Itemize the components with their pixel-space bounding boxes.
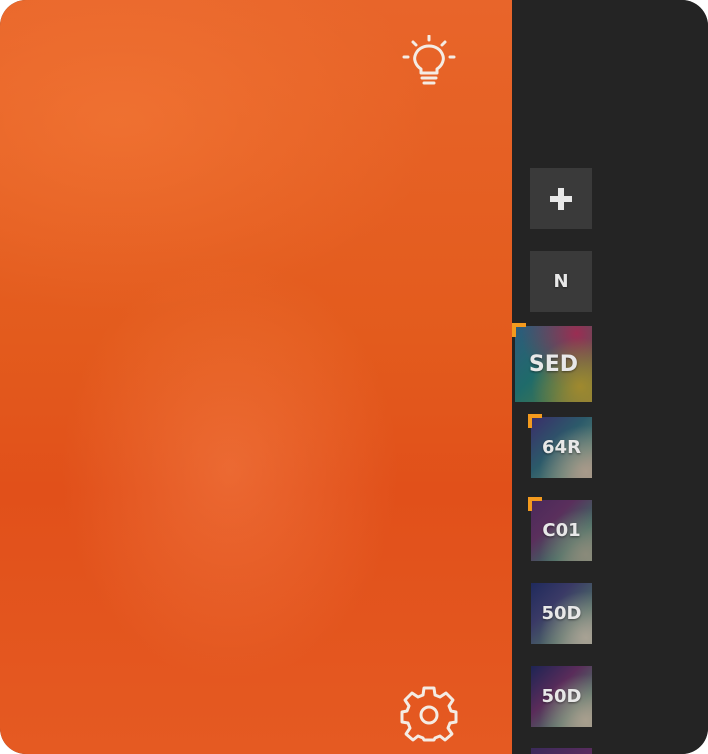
sidebar-item-label: 64R: [542, 437, 581, 458]
sidebar-item-partial[interactable]: [531, 748, 592, 754]
sidebar-item-label: 50D: [541, 603, 582, 624]
sidebar-item-label: C01: [542, 520, 581, 541]
sidebar-item-sed[interactable]: SED: [512, 323, 592, 402]
sidebar-item-label: 50D: [541, 686, 582, 707]
sidebar-item-label: SED: [528, 351, 579, 377]
sidebar-item-label: N: [553, 271, 569, 292]
sidebar-item-50d[interactable]: 50D: [531, 666, 592, 727]
selection-marker: [512, 323, 526, 337]
selection-marker: [528, 414, 542, 428]
sidebar-item-c01[interactable]: C01: [528, 497, 592, 561]
sidebar: N SED 64R C01 50D 50D: [512, 0, 708, 754]
sidebar-item-n[interactable]: N: [530, 251, 592, 312]
color-canvas[interactable]: [0, 0, 512, 754]
app-window: N SED 64R C01 50D 50D: [0, 0, 708, 754]
sidebar-item-50d[interactable]: 50D: [531, 583, 592, 644]
plus-icon: [550, 187, 572, 210]
selection-marker: [528, 497, 542, 511]
gear-icon[interactable]: [400, 684, 458, 742]
sidebar-item-64r[interactable]: 64R: [528, 414, 592, 478]
lightbulb-icon[interactable]: [401, 35, 457, 91]
add-button[interactable]: [530, 168, 592, 229]
